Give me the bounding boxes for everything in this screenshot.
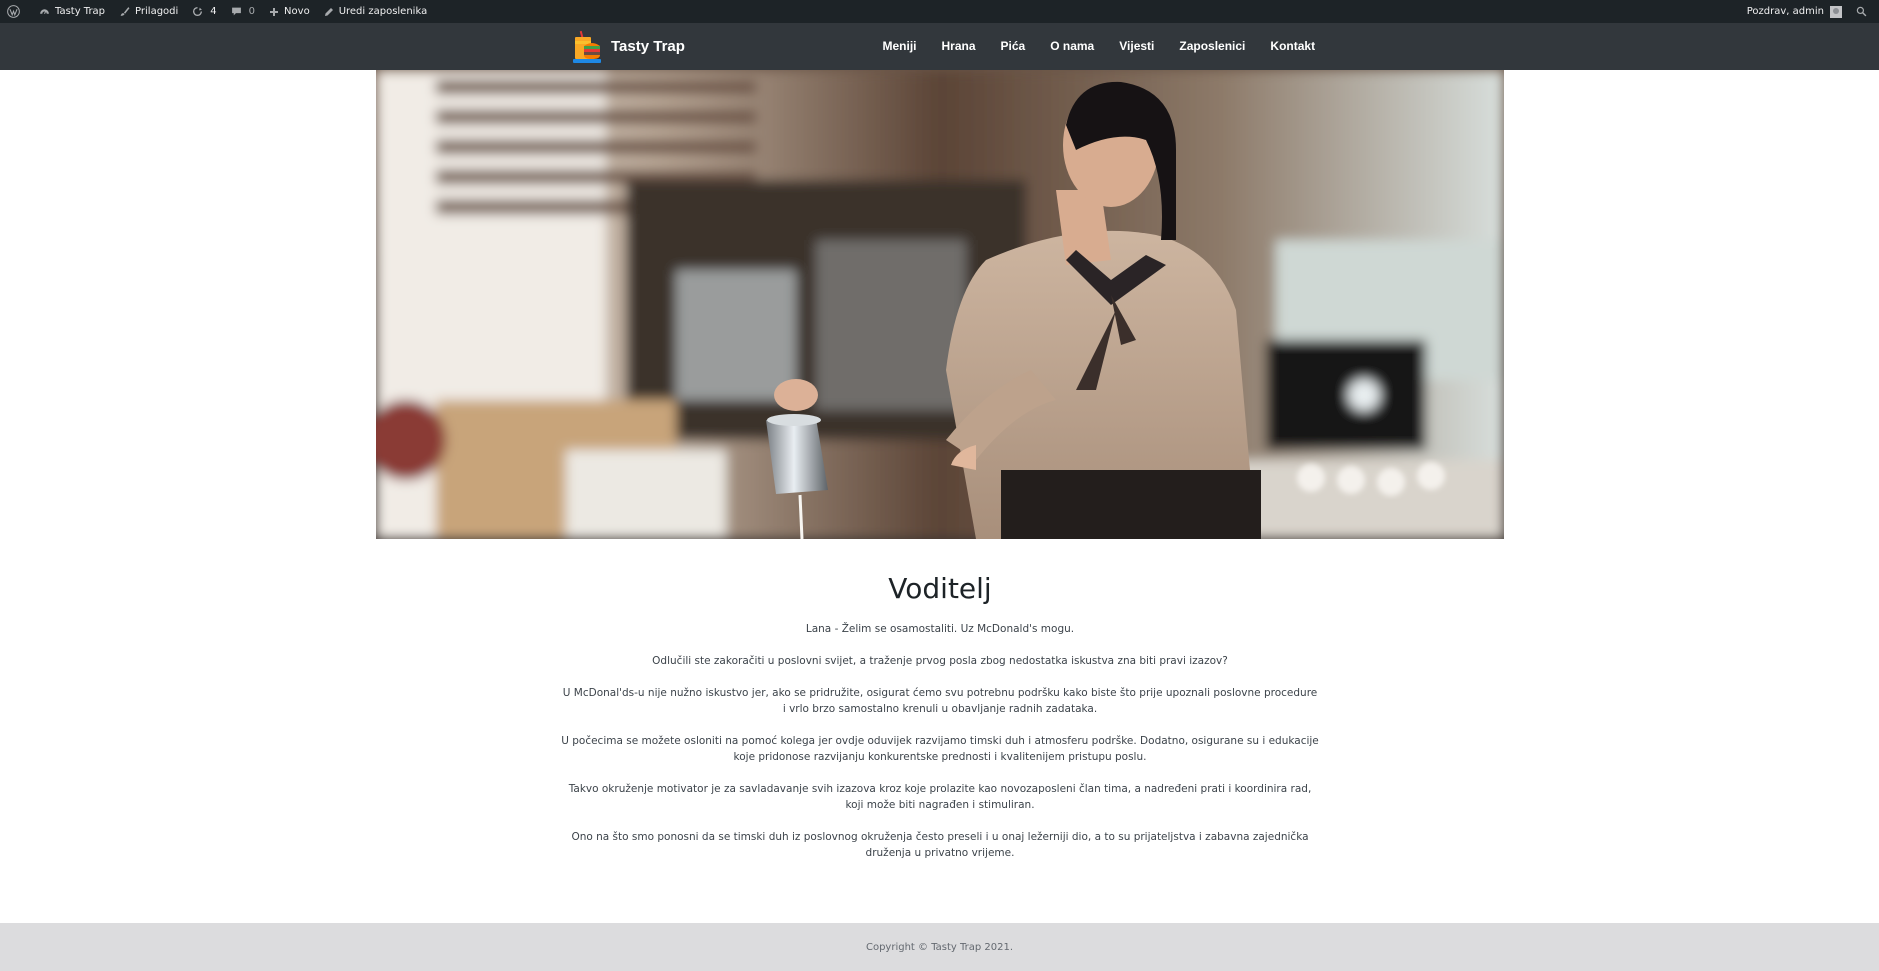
burger-drink-logo — [573, 30, 601, 63]
updates-menu[interactable]: 4 — [185, 0, 223, 23]
copyright-text: Copyright © Tasty Trap 2021. — [865, 941, 1014, 953]
comment-icon — [231, 7, 241, 16]
customize-label: Prilagodi — [135, 6, 179, 17]
main-navigation: Meniji Hrana Pića O nama Vijesti Zaposle… — [870, 23, 1328, 70]
article-paragraph-3: U McDonal'ds-u nije nužno iskustvo jer, … — [562, 687, 1318, 715]
nav-item-zaposlenici[interactable]: Zaposlenici — [1167, 23, 1258, 70]
customize-menu[interactable]: Prilagodi — [112, 0, 185, 23]
wordpress-icon — [7, 5, 20, 18]
site-name-menu[interactable]: Tasty Trap — [32, 0, 112, 23]
nav-item-o-nama[interactable]: O nama — [1038, 23, 1107, 70]
article-paragraph-2: Odlučili ste zakoračiti u poslovni svije… — [652, 655, 1228, 667]
page-title: Voditelj — [888, 572, 992, 605]
site-name-label: Tasty Trap — [55, 6, 106, 17]
article-paragraph-5: Takvo okruženje motivator je za savladav… — [568, 783, 1312, 811]
dashboard-icon — [40, 9, 49, 14]
site-header: Tasty Trap Meniji Hrana Pića O nama Vije… — [0, 23, 1879, 70]
plus-icon — [270, 7, 279, 16]
nav-item-vijesti[interactable]: Vijesti — [1107, 23, 1167, 70]
pencil-icon — [324, 7, 333, 16]
edit-employee-link[interactable]: Uredi zaposlenika — [317, 0, 435, 23]
nav-item-pica[interactable]: Pića — [988, 23, 1038, 70]
updates-count: 4 — [210, 6, 217, 17]
site-brand-link[interactable]: Tasty Trap — [572, 28, 685, 65]
comments-count: 0 — [248, 6, 256, 17]
search-icon — [1856, 6, 1867, 17]
wp-logo-menu[interactable] — [0, 0, 32, 23]
hero-photo-illustration — [376, 70, 1504, 539]
admin-search[interactable] — [1849, 0, 1879, 23]
wp-admin-bar: Tasty Trap Prilagodi 4 0 Novo Uredi zapo… — [0, 0, 1879, 23]
site-footer: Copyright © Tasty Trap 2021. — [0, 923, 1879, 971]
article-paragraph-1: Lana - Želim se osamostaliti. Uz McDonal… — [805, 623, 1075, 635]
nav-item-meniji[interactable]: Meniji — [870, 23, 929, 70]
nav-item-hrana[interactable]: Hrana — [929, 23, 988, 70]
hero-image — [376, 70, 1504, 539]
nav-item-kontakt[interactable]: Kontakt — [1258, 23, 1328, 70]
article-content: Voditelj Lana - Želim se osamostaliti. U… — [560, 567, 1320, 877]
edit-employee-label: Uredi zaposlenika — [338, 6, 428, 17]
my-account-menu[interactable]: Pozdrav, admin — [1740, 0, 1849, 23]
new-content-label: Novo — [284, 6, 310, 17]
avatar — [1830, 5, 1842, 18]
new-content-menu[interactable]: Novo — [262, 0, 317, 23]
updates-icon — [193, 6, 203, 17]
article-paragraph-4: U počecima se možete osloniti na pomoć k… — [561, 735, 1319, 763]
site-title: Tasty Trap — [611, 38, 685, 55]
brush-icon — [120, 7, 130, 16]
greeting-label: Pozdrav, admin — [1746, 6, 1824, 17]
comments-menu[interactable]: 0 — [224, 0, 262, 23]
article-paragraph-6: Ono na što smo ponosni da se timski duh … — [571, 831, 1309, 859]
